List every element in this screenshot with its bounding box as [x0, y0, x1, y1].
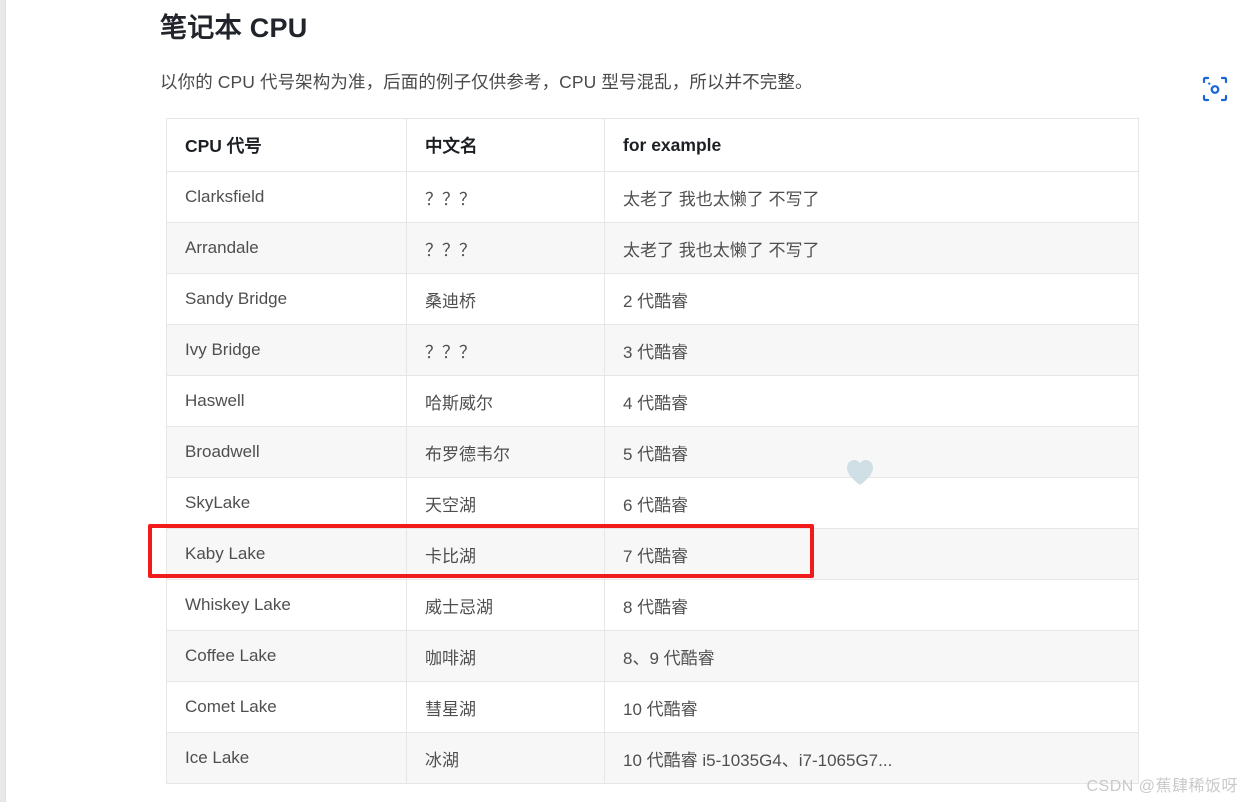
- cell-example: 5 代酷睿: [604, 426, 1139, 478]
- cell-chinese-name: 哈斯威尔: [406, 375, 605, 427]
- table-header-row: CPU 代号 中文名 for example: [166, 118, 1139, 172]
- cell-example: 8、9 代酷睿: [604, 630, 1139, 682]
- cell-chinese-name: ？？？: [406, 324, 605, 376]
- cell-chinese-name: 彗星湖: [406, 681, 605, 733]
- page-title: 笔记本 CPU: [160, 13, 308, 43]
- cell-example: 3 代酷睿: [604, 324, 1139, 376]
- cell-cpu-code: Comet Lake: [166, 681, 407, 733]
- article-content: 笔记本 CPU 以你的 CPU 代号架构为准，后面的例子仅供参考，CPU 型号混…: [160, 0, 1160, 96]
- table-row: Ivy Bridge ？？？ 3 代酷睿: [166, 324, 1139, 376]
- column-header-cpu-code: CPU 代号: [166, 118, 407, 172]
- table-row: Whiskey Lake 威士忌湖 8 代酷睿: [166, 579, 1139, 631]
- cell-chinese-name: 卡比湖: [406, 528, 605, 580]
- cell-cpu-code: Whiskey Lake: [166, 579, 407, 631]
- table-row: Clarksfield ？？？ 太老了 我也太懒了 不写了: [166, 171, 1139, 223]
- cell-example: 10 代酷睿 i5-1035G4、i7-1065G7...: [604, 732, 1139, 784]
- column-header-example: for example: [604, 118, 1139, 172]
- cell-chinese-name: ？？？: [406, 171, 605, 223]
- cpu-codename-table-wrapper: CPU 代号 中文名 for example Clarksfield ？？？ 太…: [166, 118, 1139, 784]
- table-header: CPU 代号 中文名 for example: [166, 118, 1139, 172]
- cell-cpu-code: Sandy Bridge: [166, 273, 407, 325]
- cell-example: 6 代酷睿: [604, 477, 1139, 529]
- cell-chinese-name: 威士忌湖: [406, 579, 605, 631]
- cell-example: 太老了 我也太懒了 不写了: [604, 222, 1139, 274]
- cell-cpu-code: SkyLake: [166, 477, 407, 529]
- table-row: Ice Lake 冰湖 10 代酷睿 i5-1035G4、i7-1065G7..…: [166, 732, 1139, 784]
- cell-cpu-code: Coffee Lake: [166, 630, 407, 682]
- table-row: Haswell 哈斯威尔 4 代酷睿: [166, 375, 1139, 427]
- table-row: Sandy Bridge 桑迪桥 2 代酷睿: [166, 273, 1139, 325]
- table-row-highlighted: Kaby Lake 卡比湖 7 代酷睿: [166, 528, 1139, 580]
- cell-cpu-code: Arrandale: [166, 222, 407, 274]
- cell-chinese-name: ？？？: [406, 222, 605, 274]
- table-body: Clarksfield ？？？ 太老了 我也太懒了 不写了 Arrandale …: [166, 171, 1139, 784]
- cell-chinese-name: 冰湖: [406, 732, 605, 784]
- table-row: SkyLake 天空湖 6 代酷睿: [166, 477, 1139, 529]
- cell-example: 7 代酷睿: [604, 528, 1139, 580]
- cell-cpu-code: Ice Lake: [166, 732, 407, 784]
- table-row: Broadwell 布罗德韦尔 5 代酷睿: [166, 426, 1139, 478]
- page-subtitle: 以你的 CPU 代号架构为准，后面的例子仅供参考，CPU 型号混乱，所以并不完整…: [160, 72, 813, 92]
- cell-example: 8 代酷睿: [604, 579, 1139, 631]
- cell-cpu-code: Clarksfield: [166, 171, 407, 223]
- cell-cpu-code: Broadwell: [166, 426, 407, 478]
- scan-recognize-icon[interactable]: [1200, 74, 1230, 104]
- cell-example: 10 代酷睿: [604, 681, 1139, 733]
- table-row: Coffee Lake 咖啡湖 8、9 代酷睿: [166, 630, 1139, 682]
- table-row: Arrandale ？？？ 太老了 我也太懒了 不写了: [166, 222, 1139, 274]
- article-page: 笔记本 CPU 以你的 CPU 代号架构为准，后面的例子仅供参考，CPU 型号混…: [6, 0, 1248, 802]
- cpu-codename-table: CPU 代号 中文名 for example Clarksfield ？？？ 太…: [166, 118, 1139, 784]
- cell-cpu-code: Kaby Lake: [166, 528, 407, 580]
- cell-chinese-name: 天空湖: [406, 477, 605, 529]
- cell-example: 2 代酷睿: [604, 273, 1139, 325]
- cell-example: 4 代酷睿: [604, 375, 1139, 427]
- cell-cpu-code: Haswell: [166, 375, 407, 427]
- csdn-watermark: CSDN @蕉肆稀饭呀: [1086, 778, 1238, 795]
- column-header-chinese-name: 中文名: [406, 118, 605, 172]
- cell-example: 太老了 我也太懒了 不写了: [604, 171, 1139, 223]
- table-row: Comet Lake 彗星湖 10 代酷睿: [166, 681, 1139, 733]
- cell-chinese-name: 桑迪桥: [406, 273, 605, 325]
- cell-cpu-code: Ivy Bridge: [166, 324, 407, 376]
- cell-chinese-name: 咖啡湖: [406, 630, 605, 682]
- cell-chinese-name: 布罗德韦尔: [406, 426, 605, 478]
